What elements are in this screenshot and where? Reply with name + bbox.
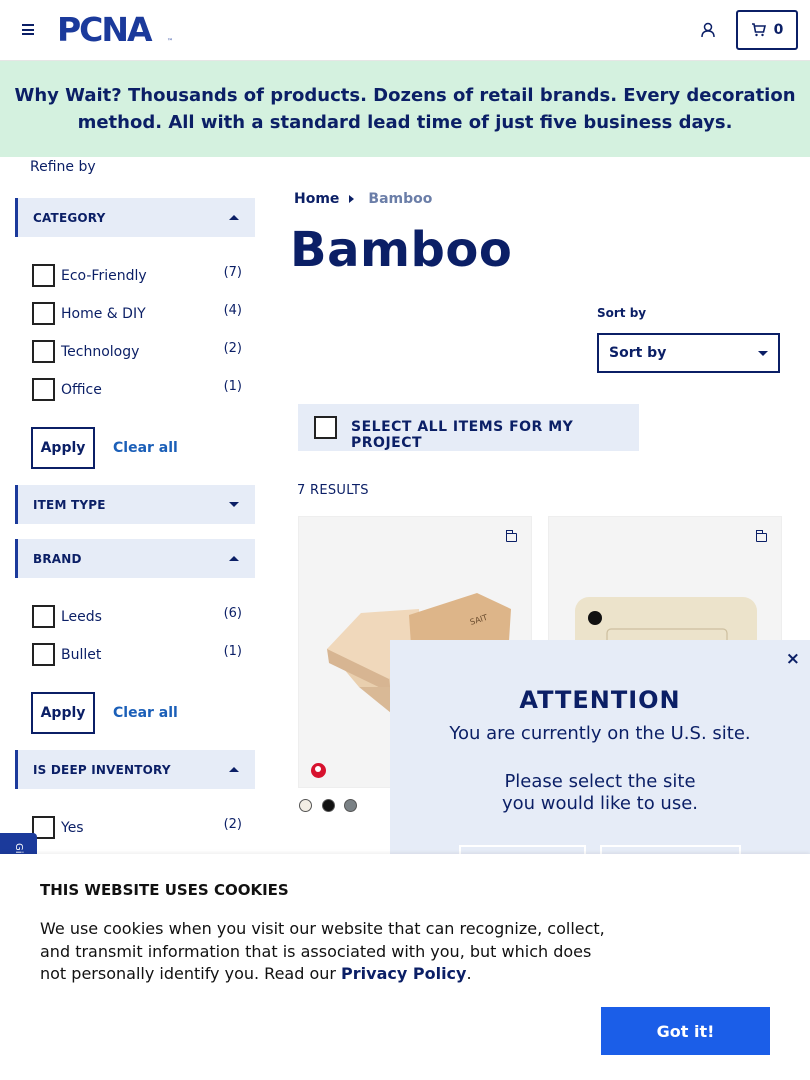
hamburger-menu-icon[interactable] [22,24,34,35]
chevron-down-icon [758,351,768,356]
checkbox[interactable] [32,605,55,628]
filter-option-eco-friendly[interactable]: Eco-Friendly (7) [32,264,242,288]
select-all-label: SELECT ALL ITEMS FOR MY PROJECT [351,419,574,451]
pcna-logo[interactable]: PCNA [57,13,153,46]
results-count: 7 RESULTS [297,483,369,498]
cookie-banner: THIS WEBSITE USES COOKIES We use cookies… [0,854,810,1080]
facet-deep-inventory-header[interactable]: IS DEEP INVENTORY [15,750,255,789]
filter-option-label: Bullet [61,647,102,663]
close-icon[interactable]: × [786,649,800,669]
account-icon[interactable] [700,22,716,38]
color-swatch-cream[interactable] [299,799,312,812]
accept-cookies-button[interactable]: Got it! [601,1007,770,1055]
filter-option-bullet[interactable]: Bullet (1) [32,643,242,667]
chevron-down-icon [229,502,239,507]
filter-option-count: (7) [223,265,242,280]
cart-count: 0 [773,22,784,38]
cookie-text: We use cookies when you visit our websit… [40,918,620,986]
filter-option-leeds[interactable]: Leeds (6) [32,605,242,629]
cookie-title: THIS WEBSITE USES COOKIES [40,881,289,899]
color-swatch-black[interactable] [322,799,335,812]
apply-brand-button[interactable]: Apply [31,692,95,734]
promo-banner-text: Why Wait? Thousands of products. Dozens … [14,85,796,133]
filter-option-count: (1) [223,644,242,659]
privacy-policy-link[interactable]: Privacy Policy [341,964,466,983]
checkbox[interactable] [32,302,55,325]
deep-inventory-badge-icon [311,763,326,778]
filter-option-count: (6) [223,606,242,621]
clear-brand-link[interactable]: Clear all [113,705,178,721]
filter-option-label: Technology [61,344,140,360]
facet-deep-inventory-label: IS DEEP INVENTORY [33,762,171,777]
filter-option-label: Office [61,382,102,398]
select-all-items[interactable]: SELECT ALL ITEMS FOR MY PROJECT [298,404,639,451]
filter-option-office[interactable]: Office (1) [32,378,242,402]
facet-category-header[interactable]: CATEGORY [15,198,255,237]
site-header: PCNA ™ 0 [0,0,810,61]
facet-item-type-label: ITEM TYPE [33,497,106,512]
select-all-checkbox[interactable] [314,416,337,439]
filter-option-label: Yes [61,820,84,836]
filter-option-label: Home & DIY [61,306,146,322]
sort-select-value: Sort by [609,345,667,361]
cookie-body-text: We use cookies when you visit our websit… [40,919,605,983]
sort-select[interactable]: Sort by [597,333,780,373]
checkbox[interactable] [32,378,55,401]
facet-brand-label: BRAND [33,551,82,566]
chevron-up-icon [229,556,239,561]
checkbox[interactable] [32,264,55,287]
modal-subtitle: You are currently on the U.S. site. [449,723,751,744]
facet-brand-header[interactable]: BRAND [15,539,255,578]
cart-button[interactable]: 0 [736,10,798,50]
filter-option-label: Leeds [61,609,102,625]
chevron-right-icon [349,195,355,203]
logo-trademark: ™ [167,38,173,45]
breadcrumb: Home Bamboo [294,191,432,207]
filter-option-count: (1) [223,379,242,394]
checkbox[interactable] [32,643,55,666]
facet-item-type-header[interactable]: ITEM TYPE [15,485,255,524]
filter-option-count: (2) [223,817,242,832]
promo-banner: Why Wait? Thousands of products. Dozens … [0,61,810,157]
filter-option-yes[interactable]: Yes (2) [32,816,242,840]
site-selector-modal: × ATTENTION You are currently on the U.S… [390,640,810,881]
modal-title: ATTENTION [519,686,681,714]
filter-option-count: (4) [223,303,242,318]
filter-option-home-diy[interactable]: Home & DIY (4) [32,302,242,326]
chevron-up-icon [229,767,239,772]
modal-instruction: Please select the site you would like to… [501,771,699,814]
chevron-up-icon [229,215,239,220]
filter-option-label: Eco-Friendly [61,268,147,284]
apply-category-button[interactable]: Apply [31,427,95,469]
checkbox[interactable] [32,340,55,363]
cart-icon [751,23,766,37]
breadcrumb-current: Bamboo [368,191,433,207]
cookie-text-end: . [466,964,472,983]
clear-category-link[interactable]: Clear all [113,440,178,456]
breadcrumb-home-link[interactable]: Home [294,191,339,207]
facet-category-label: CATEGORY [33,210,106,225]
refine-by-label: Refine by [30,159,96,175]
filter-option-count: (2) [223,341,242,356]
sort-label: Sort by [597,306,647,320]
page-title: Bamboo [290,222,513,278]
filter-option-technology[interactable]: Technology (2) [32,340,242,364]
color-swatch-gray[interactable] [344,799,357,812]
